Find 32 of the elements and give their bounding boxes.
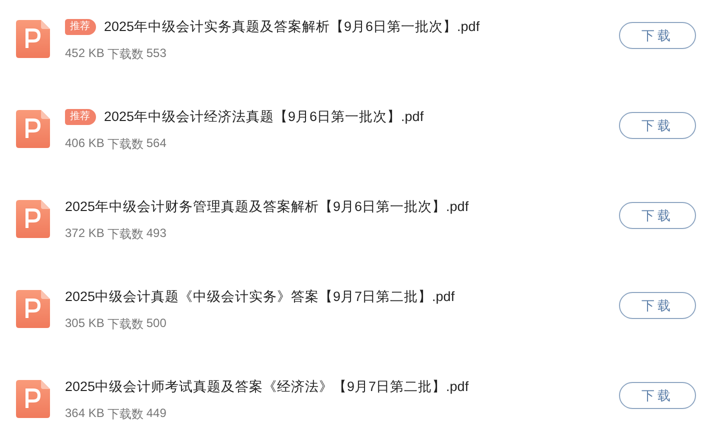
download-count: 449 — [146, 406, 166, 422]
file-title[interactable]: 2025中级会计真题《中级会计实务》答案【9月7日第二批】.pdf — [65, 288, 455, 306]
download-count-label: 下载数 — [107, 136, 144, 153]
file-title[interactable]: 2025中级会计师考试真题及答案《经济法》【9月7日第二批】.pdf — [65, 378, 469, 396]
download-count-label: 下载数 — [107, 226, 144, 243]
recommended-tag: 推荐 — [65, 109, 96, 125]
document-icon — [16, 20, 50, 58]
file-size: 406 KB — [65, 136, 104, 152]
recommended-tag: 推荐 — [65, 19, 96, 35]
download-button[interactable]: 下载 — [619, 382, 696, 409]
document-icon — [16, 380, 50, 418]
download-count-label: 下载数 — [107, 316, 144, 333]
download-count-label: 下载数 — [107, 406, 144, 423]
download-button[interactable]: 下载 — [619, 112, 696, 139]
document-icon — [16, 290, 50, 328]
document-icon — [16, 200, 50, 238]
download-button[interactable]: 下载 — [619, 292, 696, 319]
download-count: 493 — [146, 226, 166, 242]
file-title[interactable]: 2025年中级会计财务管理真题及答案解析【9月6日第一批次】.pdf — [65, 198, 469, 216]
download-count: 553 — [146, 46, 166, 62]
download-count-label: 下载数 — [107, 46, 144, 63]
file-size: 305 KB — [65, 316, 104, 332]
file-title[interactable]: 2025年中级会计实务真题及答案解析【9月6日第一批次】.pdf — [104, 18, 480, 36]
download-count: 500 — [146, 316, 166, 332]
download-button[interactable]: 下载 — [619, 22, 696, 49]
file-size: 364 KB — [65, 406, 104, 422]
download-button[interactable]: 下载 — [619, 202, 696, 229]
file-title[interactable]: 2025年中级会计经济法真题【9月6日第一批次】.pdf — [104, 108, 424, 126]
file-size: 452 KB — [65, 46, 104, 62]
document-icon — [16, 110, 50, 148]
download-count: 564 — [146, 136, 166, 152]
file-size: 372 KB — [65, 226, 104, 242]
